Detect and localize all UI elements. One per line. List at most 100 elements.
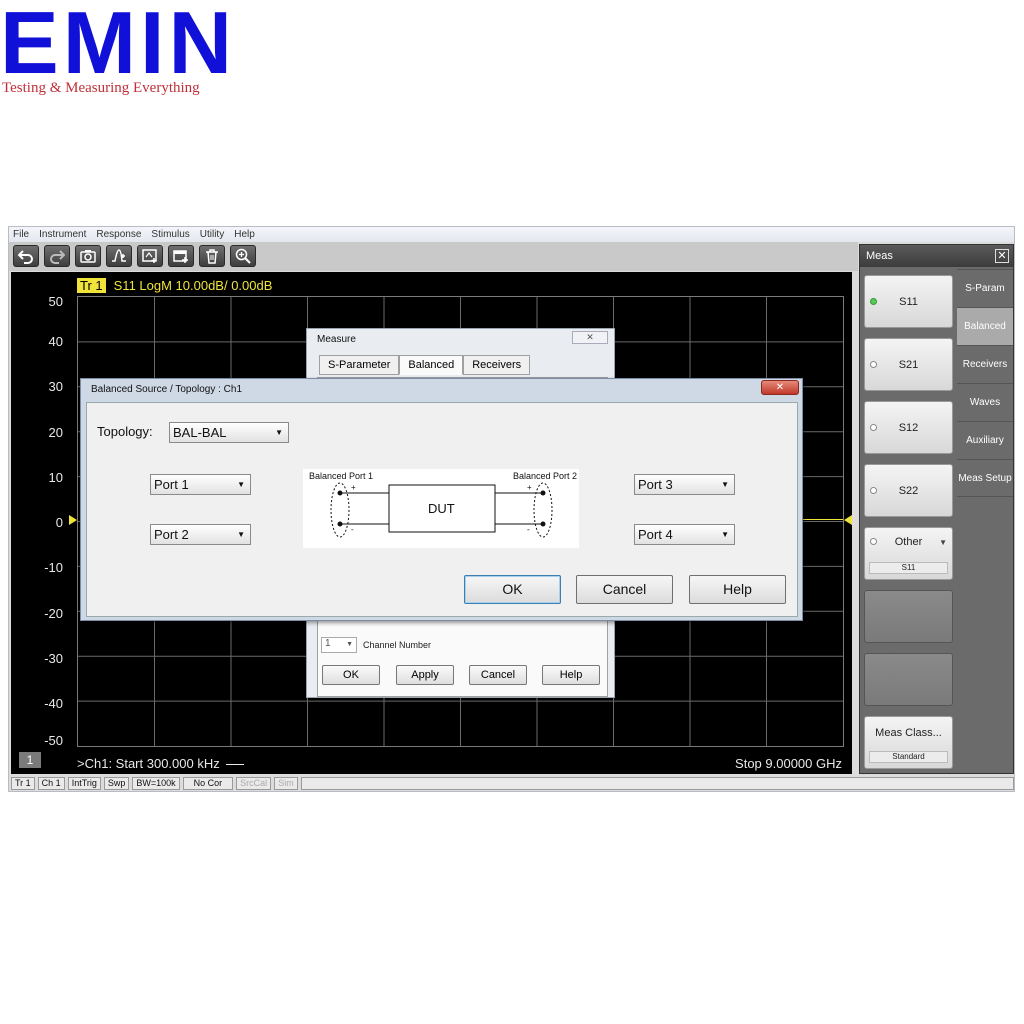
status-trace[interactable]: Tr 1 bbox=[11, 777, 35, 790]
status-srccal: SrcCal bbox=[236, 777, 272, 790]
diagram-left-port-label: Balanced Port 1 bbox=[309, 471, 373, 481]
port-left-2-dropdown[interactable]: Port 2 ▼ bbox=[150, 524, 251, 545]
diagram-dut-label: DUT bbox=[428, 501, 455, 516]
logo-wordmark: EMIN bbox=[0, 0, 236, 92]
meas-panel-title: Meas bbox=[866, 250, 893, 262]
tab-auxiliary[interactable]: Auxiliary bbox=[957, 421, 1013, 459]
channel-number-badge[interactable]: 1 bbox=[19, 752, 41, 768]
balanced-topology-dialog: Balanced Source / Topology : Ch1 ✕ Topol… bbox=[80, 378, 803, 621]
y-tick-label: -40 bbox=[44, 696, 63, 711]
y-tick-label: -50 bbox=[44, 733, 63, 748]
marker-button[interactable] bbox=[106, 245, 132, 267]
topology-dropdown[interactable]: BAL-BAL ▼ bbox=[169, 422, 289, 443]
start-trace-swatch bbox=[225, 764, 244, 766]
topology-value: BAL-BAL bbox=[173, 425, 227, 440]
trace-badge[interactable]: Tr 1 bbox=[77, 278, 106, 293]
add-trace-button[interactable] bbox=[137, 245, 163, 267]
balanced-help-button[interactable]: Help bbox=[689, 575, 786, 604]
channel-number-value: 1 bbox=[325, 638, 331, 649]
undo-icon bbox=[18, 250, 33, 264]
zoom-icon bbox=[235, 248, 251, 264]
diagram-right-port-label: Balanced Port 2 bbox=[513, 471, 577, 481]
meas-other-button[interactable]: Other ▼ S11 bbox=[864, 527, 953, 580]
y-tick-label: 30 bbox=[48, 379, 63, 394]
tab-s-parameter[interactable]: S-Parameter bbox=[319, 355, 400, 375]
delete-button[interactable] bbox=[199, 245, 225, 267]
menu-instrument[interactable]: Instrument bbox=[39, 229, 86, 240]
start-frequency-text: >Ch1: Start 300.000 kHz bbox=[77, 756, 220, 771]
screenshot-button[interactable] bbox=[75, 245, 101, 267]
meas-s11-button[interactable]: S11 bbox=[864, 275, 953, 328]
balanced-cancel-button[interactable]: Cancel bbox=[576, 575, 673, 604]
tab-balanced[interactable]: Balanced bbox=[957, 307, 1013, 345]
undo-button[interactable] bbox=[13, 245, 39, 267]
status-trigger[interactable]: IntTrig bbox=[67, 777, 101, 790]
trace-label: Tr 1 S11 LogM 10.00dB/ 0.00dB bbox=[77, 278, 272, 293]
chevron-down-icon: ▼ bbox=[939, 538, 947, 547]
menu-stimulus[interactable]: Stimulus bbox=[151, 229, 189, 240]
trace-format: S11 LogM 10.00dB/ 0.00dB bbox=[113, 278, 273, 293]
port-left-1-dropdown[interactable]: Port 1 ▼ bbox=[150, 474, 251, 495]
measure-help-button[interactable]: Help bbox=[542, 665, 600, 685]
chevron-down-icon: ▼ bbox=[721, 480, 729, 489]
tab-waves[interactable]: Waves bbox=[957, 383, 1013, 421]
close-icon[interactable]: ✕ bbox=[572, 331, 608, 344]
meas-class-value: Standard bbox=[869, 751, 948, 763]
reference-marker-left[interactable] bbox=[69, 515, 77, 525]
port-right-1-dropdown[interactable]: Port 3 ▼ bbox=[634, 474, 735, 495]
tab-receivers[interactable]: Receivers bbox=[957, 345, 1013, 383]
status-channel[interactable]: Ch 1 bbox=[37, 777, 65, 790]
status-bar: Tr 1 Ch 1 IntTrig Swp BW=100k No Cor Src… bbox=[9, 776, 1014, 791]
meas-panel-header: Meas ✕ bbox=[860, 245, 1013, 267]
y-tick-label: 40 bbox=[48, 334, 63, 349]
menu-response[interactable]: Response bbox=[96, 229, 141, 240]
meas-s21-button[interactable]: S21 bbox=[864, 338, 953, 391]
y-tick-label: 50 bbox=[48, 294, 63, 309]
measure-dialog-title: Measure bbox=[317, 334, 356, 345]
meas-class-button[interactable]: Meas Class... Standard bbox=[864, 716, 953, 769]
port-right-2-dropdown[interactable]: Port 4 ▼ bbox=[634, 524, 735, 545]
menu-bar: File Instrument Response Stimulus Utilit… bbox=[9, 227, 1014, 242]
status-spacer bbox=[300, 777, 1014, 790]
add-window-button[interactable] bbox=[168, 245, 194, 267]
menu-utility[interactable]: Utility bbox=[200, 229, 224, 240]
diagram-minus-sign: - bbox=[527, 525, 530, 534]
redo-button[interactable] bbox=[44, 245, 70, 267]
close-icon[interactable]: ✕ bbox=[995, 249, 1009, 263]
status-correction[interactable]: No Cor bbox=[182, 777, 234, 790]
measure-apply-button[interactable]: Apply bbox=[396, 665, 454, 685]
meas-s12-button[interactable]: S12 bbox=[864, 401, 953, 454]
status-bandwidth[interactable]: BW=100k bbox=[132, 777, 180, 790]
balanced-ok-button[interactable]: OK bbox=[464, 575, 561, 604]
status-sim: Sim bbox=[274, 777, 298, 790]
menu-file[interactable]: File bbox=[13, 229, 29, 240]
tab-receivers[interactable]: Receivers bbox=[463, 355, 531, 375]
port-value: Port 3 bbox=[638, 477, 673, 492]
measure-ok-button[interactable]: OK bbox=[322, 665, 380, 685]
close-icon[interactable]: ✕ bbox=[761, 380, 799, 395]
topology-diagram: Balanced Port 1 Balanced Port 2 DUT + - … bbox=[303, 469, 579, 548]
chevron-down-icon: ▼ bbox=[237, 480, 245, 489]
reference-marker-right[interactable] bbox=[844, 515, 852, 525]
tab-s-param[interactable]: S-Param bbox=[957, 269, 1013, 307]
port-value: Port 1 bbox=[154, 477, 189, 492]
y-tick-label: 0 bbox=[55, 515, 63, 530]
zoom-button[interactable] bbox=[230, 245, 256, 267]
status-sweep[interactable]: Swp bbox=[103, 777, 130, 790]
meas-button-label: Meas Class... bbox=[875, 727, 942, 739]
chevron-down-icon: ▼ bbox=[275, 428, 283, 437]
meas-s22-button[interactable]: S22 bbox=[864, 464, 953, 517]
chevron-down-icon: ▼ bbox=[721, 530, 729, 539]
diagram-minus-sign: - bbox=[351, 525, 354, 534]
tab-balanced[interactable]: Balanced bbox=[399, 355, 464, 375]
channel-number-select[interactable]: 1 ▼ bbox=[321, 637, 357, 653]
menu-help[interactable]: Help bbox=[234, 229, 255, 240]
channel-number-label: Channel Number bbox=[363, 640, 432, 650]
port-value: Port 2 bbox=[154, 527, 189, 542]
measure-cancel-button[interactable]: Cancel bbox=[469, 665, 527, 685]
tab-meas-setup[interactable]: Meas Setup bbox=[957, 459, 1013, 497]
y-tick-label: 10 bbox=[48, 470, 63, 485]
meas-button-label: S21 bbox=[898, 359, 919, 371]
topology-label: Topology: bbox=[97, 424, 153, 439]
trace-line bbox=[801, 519, 843, 520]
